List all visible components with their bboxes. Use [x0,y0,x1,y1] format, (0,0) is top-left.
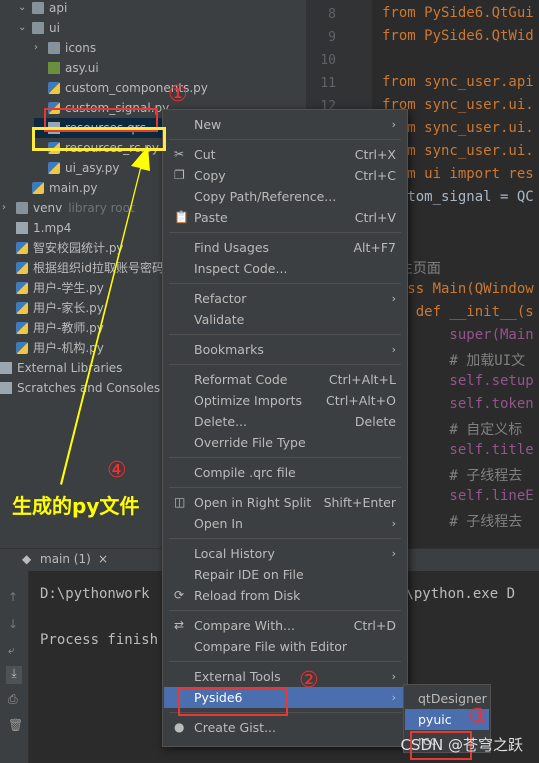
annotation-caption: 生成的py文件 [12,494,140,518]
annotation-arrow [60,146,150,485]
watermark: CSDN @苍穹之跃 [400,736,523,754]
